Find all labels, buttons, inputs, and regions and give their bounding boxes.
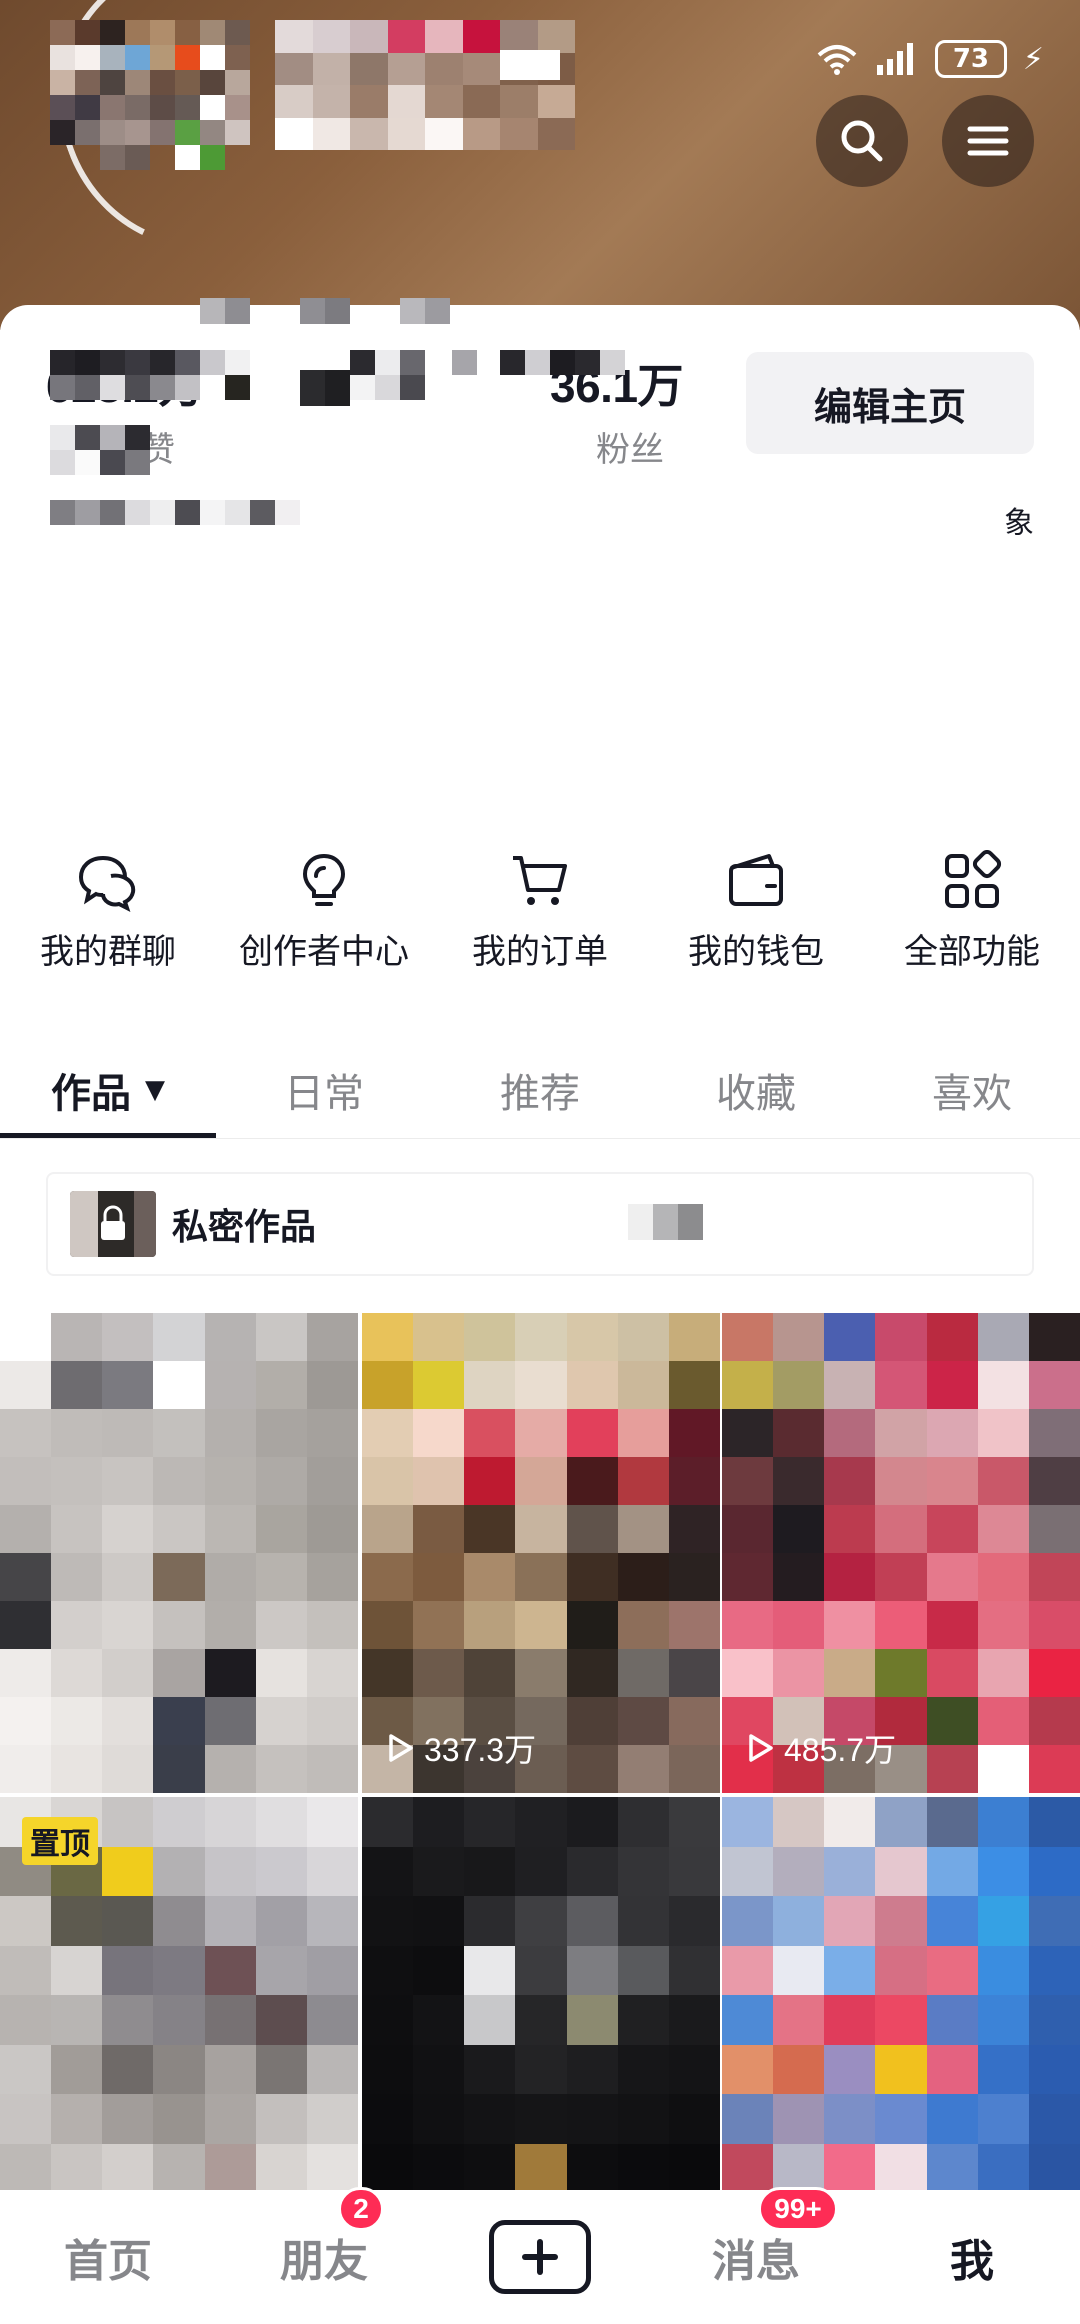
content-tabs: 作品 ▼ 日常 推荐 收藏 喜欢	[0, 1040, 1080, 1140]
pixelated-bio-line	[350, 350, 425, 400]
pixelated-bio-line	[50, 350, 250, 400]
pixelated-video-cover	[362, 1313, 720, 1793]
nav-home[interactable]: 首页	[0, 2225, 216, 2289]
video-tile-pinned[interactable]: 置顶	[0, 1797, 358, 2193]
chat-bubbles-icon	[78, 855, 136, 912]
pixelated-bio-line	[50, 425, 150, 475]
works-grid: 337.3万 485.7万 置顶	[0, 1313, 1080, 2193]
pixelated-bio-line	[500, 350, 625, 375]
private-works-label: 私密作品	[172, 1207, 317, 1248]
tab-label: 喜欢	[932, 1071, 1012, 1117]
nav-messages-label: 消息	[712, 2236, 800, 2287]
caret-down-icon: ▼	[145, 1075, 165, 1105]
pixelated-name	[275, 20, 575, 150]
pinned-tag: 置顶	[22, 1817, 98, 1865]
fans-label: 粉丝	[596, 430, 664, 470]
tab-label: 日常	[284, 1071, 364, 1117]
play-icon	[749, 1734, 773, 1762]
tab-likes[interactable]: 喜欢	[864, 1040, 1080, 1140]
quick-label-wallet: 我的钱包	[688, 932, 824, 972]
pixelated-stat-label	[200, 298, 250, 324]
view-count: 485.7万	[742, 1725, 896, 1771]
nav-friends-label: 朋友	[280, 2236, 368, 2287]
tab-favorites[interactable]: 收藏	[648, 1040, 864, 1140]
wifi-icon	[817, 45, 857, 75]
nav-create[interactable]	[432, 2220, 648, 2294]
pixelated-bio-line	[452, 350, 477, 375]
video-tile[interactable]	[362, 1797, 720, 2193]
quick-item-all-functions[interactable]: 全部功能	[864, 850, 1080, 980]
menu-button[interactable]	[942, 95, 1034, 187]
status-bar: 73 ⚡	[815, 40, 1044, 78]
battery-indicator: 73	[934, 40, 1007, 78]
quick-functions: 我的群聊 创作者中心 我的订单 我的钱包 全部功能	[0, 850, 1080, 980]
view-count-text: 485.7万	[784, 1732, 897, 1768]
create-button[interactable]	[489, 2220, 591, 2294]
tab-label: 推荐	[500, 1071, 580, 1117]
quick-label-all-functions: 全部功能	[904, 932, 1040, 972]
video-tile[interactable]	[0, 1313, 358, 1793]
tab-label: 收藏	[716, 1071, 796, 1117]
private-works-entry[interactable]: 私密作品	[46, 1172, 1034, 1276]
video-tile[interactable]	[722, 1797, 1080, 2193]
bio-fragment: 象	[1004, 506, 1034, 541]
quick-item-orders[interactable]: 我的订单	[432, 850, 648, 980]
tab-recommend[interactable]: 推荐	[432, 1040, 648, 1140]
play-icon	[389, 1734, 413, 1762]
profile-cover: 73 ⚡	[0, 0, 1080, 330]
lock-icon	[101, 1205, 125, 1240]
pixelated-following	[300, 370, 350, 406]
lightbulb-icon	[302, 853, 346, 906]
grid-icon	[945, 850, 1002, 908]
pixelated-stat-label	[300, 298, 350, 324]
edit-profile-button[interactable]: 编辑主页	[746, 352, 1034, 454]
tab-works[interactable]: 作品 ▼	[0, 1040, 216, 1140]
pixelated-signature	[500, 50, 560, 80]
tab-divider	[0, 1138, 1080, 1139]
quick-label-creator-center: 创作者中心	[239, 932, 409, 972]
nav-friends[interactable]: 朋友 2	[216, 2187, 432, 2289]
tab-label: 作品	[51, 1071, 131, 1117]
video-tile[interactable]: 337.3万	[362, 1313, 720, 1793]
quick-item-group-chat[interactable]: 我的群聊	[0, 850, 216, 980]
pixelated-video-cover	[362, 1797, 720, 2193]
nav-me[interactable]: 我	[864, 2225, 1080, 2289]
nav-messages[interactable]: 消息 99+	[648, 2187, 864, 2289]
view-count: 337.3万	[382, 1725, 536, 1771]
quick-label-group-chat: 我的群聊	[40, 932, 176, 972]
pixelated-bio-line	[50, 500, 300, 525]
signal-icon	[876, 43, 913, 75]
search-button[interactable]	[816, 95, 908, 187]
pixelated-stat-label	[400, 298, 450, 324]
menu-icon	[967, 126, 1009, 156]
pixelated-private-count	[628, 1204, 703, 1240]
pixelated-video-cover	[722, 1313, 1080, 1793]
video-tile[interactable]: 485.7万	[722, 1313, 1080, 1793]
bottom-navigation: 首页 朋友 2 消息 99+ 我	[0, 2187, 1080, 2324]
private-thumbnail	[70, 1191, 156, 1257]
pixelated-video-cover	[0, 1313, 358, 1793]
cart-icon	[513, 856, 567, 905]
quick-item-creator-center[interactable]: 创作者中心	[216, 850, 432, 980]
quick-label-orders: 我的订单	[472, 932, 608, 972]
wallet-icon	[729, 854, 783, 906]
friends-badge: 2	[338, 2187, 384, 2231]
view-count-text: 337.3万	[424, 1732, 537, 1768]
pixelated-avatar	[50, 20, 250, 170]
quick-item-wallet[interactable]: 我的钱包	[648, 850, 864, 980]
search-icon	[841, 120, 883, 162]
messages-badge: 99+	[758, 2187, 838, 2231]
plus-icon	[522, 2239, 558, 2275]
charging-icon: ⚡	[1022, 41, 1044, 77]
pixelated-video-cover	[722, 1797, 1080, 2193]
tab-daily[interactable]: 日常	[216, 1040, 432, 1140]
